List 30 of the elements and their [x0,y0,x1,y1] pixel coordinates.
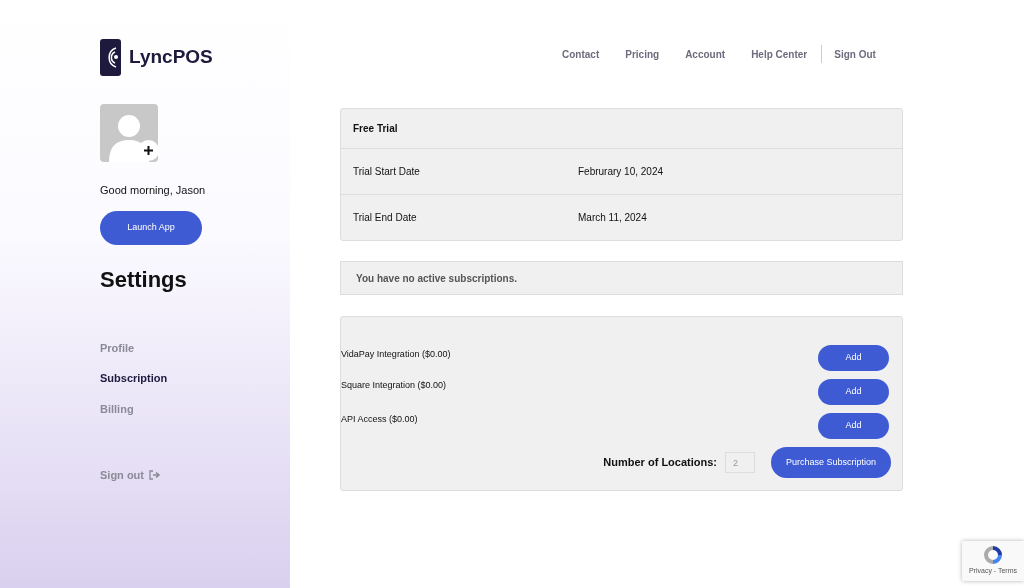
nav-link[interactable]: Account [685,46,726,62]
page-heading: Settings [100,265,188,294]
recaptcha-icon [982,544,1004,566]
addon-label: VidaPay Integration ($0.00) [341,348,451,361]
sidebar-item[interactable]: Profile [100,339,290,356]
notice-bar: You have no active subscriptions. [340,261,903,295]
logo-icon [100,38,121,76]
field-label: Trial Start Date [353,165,421,179]
nav-link[interactable]: Contact [562,46,600,62]
brand-name[interactable]: LyncPOS [129,42,213,72]
add-button[interactable]: Add [818,413,889,439]
addon-label: Square Integration ($0.00) [341,379,447,392]
field-label: Trial End Date [353,211,418,225]
sign-out-icon[interactable] [149,470,161,481]
add-button[interactable]: Add [818,379,889,405]
nav-link[interactable]: Sign Out [834,46,876,62]
field-value: Februrary 10, 2024 [578,165,664,179]
nav-link[interactable]: Pricing [625,46,660,62]
purchase-button[interactable]: Purchase Subscription [771,447,891,478]
addon-label: API Access ($0.00) [341,413,418,426]
add-button[interactable]: Add [818,345,889,371]
card-title: Free Trial [353,122,398,136]
field-label: Number of Locations: [603,455,717,471]
launch-app-button[interactable]: Launch App [100,210,202,245]
locations-input[interactable]: 2 [725,452,755,473]
nav-link[interactable]: Help Center [751,46,808,62]
sidebar-item[interactable]: Subscription [100,370,290,387]
greeting-text: Good morning, Jason [100,183,207,198]
field-value: March 11, 2024 [578,211,647,225]
add-photo-icon[interactable] [138,140,159,161]
